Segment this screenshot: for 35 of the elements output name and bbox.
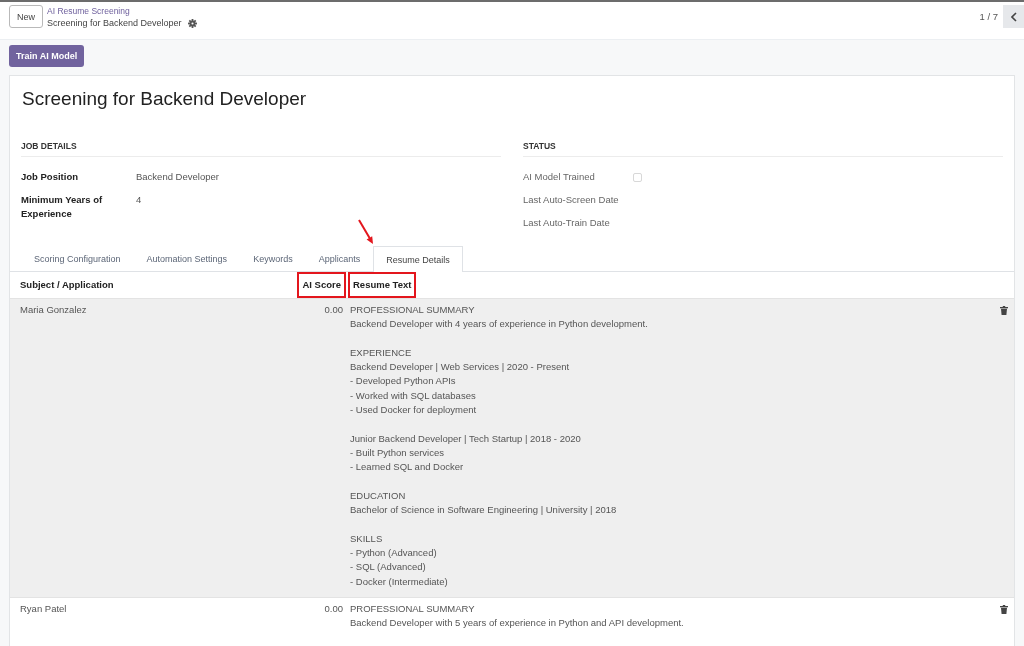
field-value: Backend Developer bbox=[136, 170, 219, 184]
field-label: Minimum Years of Experience bbox=[21, 193, 104, 221]
resume-text: PROFESSIONAL SUMMARY Backend Developer with 5 years of experience in Python and API development. bbox=[350, 601, 685, 631]
trash-icon[interactable] bbox=[1000, 604, 1008, 614]
field-label: Last Auto-Train Date bbox=[523, 216, 611, 230]
field-label: Last Auto-Screen Date bbox=[523, 193, 620, 207]
record-title: Screening for Backend Developer bbox=[22, 87, 308, 111]
field-label: AI Model Trained bbox=[523, 170, 596, 184]
table-cell-text: Ryan Patel bbox=[20, 601, 68, 616]
checkbox[interactable] bbox=[633, 173, 642, 182]
column-header[interactable]: Resume Text bbox=[348, 272, 417, 298]
column-header[interactable]: AI Score bbox=[297, 272, 346, 298]
group-heading: JOB DETAILS bbox=[21, 139, 501, 157]
table-cell-text: 0.00 bbox=[323, 303, 343, 317]
tab[interactable]: Keywords bbox=[240, 246, 306, 271]
chevron-left-icon bbox=[1010, 11, 1017, 22]
pager-value: 1 / 7 bbox=[979, 10, 998, 24]
gear-icon[interactable] bbox=[187, 18, 197, 28]
tab[interactable]: Scoring Configuration bbox=[21, 246, 134, 271]
trash-icon[interactable] bbox=[1000, 306, 1008, 315]
breadcrumb-link[interactable]: AI Resume Screening bbox=[47, 6, 197, 17]
record-name: Screening for Backend Developer bbox=[47, 17, 182, 29]
resume-text: PROFESSIONAL SUMMARY Backend Developer with 4 years of experience in Python development. EXPERIENCE Backend Developer | Web Services | 2020 - Present - Developed Python APIs - Worked with SQL databases - Used Docker for deployment Junior Backend Developer | Tech Startup | 2018 - 2020 - Built Python services - Learned SQL and Docker EDUCATION Bachelor of Science in Software Engineering | University | 2018 SKILLS - Python (Advanced) - SQL (Advanced) - Docker (Intermediate) bbox=[350, 303, 649, 589]
tab[interactable]: Applicants bbox=[305, 246, 374, 271]
tab[interactable]: Resume Details bbox=[373, 246, 463, 272]
previous-button[interactable] bbox=[1003, 5, 1024, 28]
tab[interactable]: Automation Settings bbox=[133, 246, 241, 271]
new-button[interactable]: New bbox=[9, 5, 43, 28]
table-cell-text: 0.00 bbox=[323, 601, 343, 616]
field-label: Job Position bbox=[21, 170, 79, 184]
train-model-button[interactable]: Train AI Model bbox=[9, 45, 85, 67]
group-heading: STATUS bbox=[523, 139, 1003, 157]
table-cell-text: Maria Gonzalez bbox=[20, 303, 88, 317]
field-value: 4 bbox=[136, 193, 142, 207]
column-header[interactable]: Subject / Application bbox=[20, 272, 119, 298]
